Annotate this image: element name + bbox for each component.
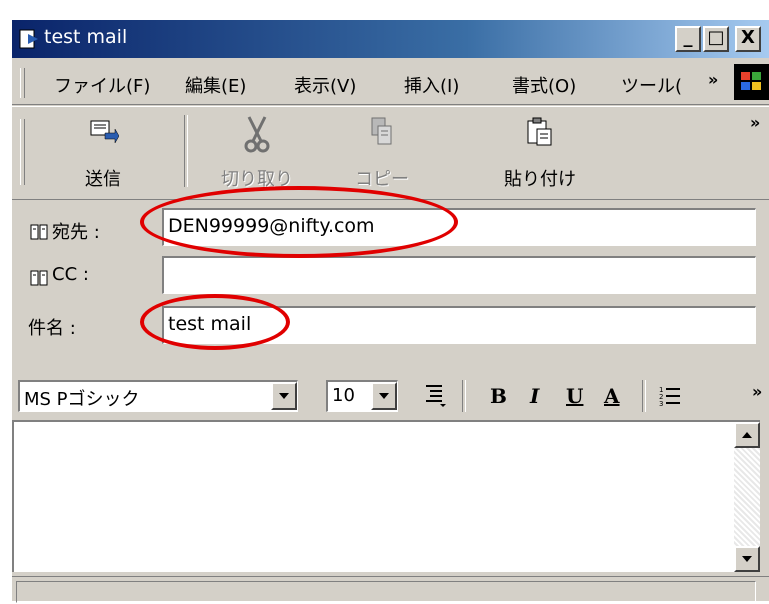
font-color-button[interactable]: A xyxy=(604,384,620,408)
message-body[interactable] xyxy=(12,420,760,572)
copy-button[interactable]: コピー xyxy=(337,107,427,197)
chevron-down-icon[interactable] xyxy=(271,382,297,410)
menu-view[interactable]: 表示(V) xyxy=(294,72,356,98)
cut-button[interactable]: 切り取り xyxy=(212,107,302,197)
bold-button[interactable]: B xyxy=(490,384,507,408)
status-panel xyxy=(16,581,756,603)
italic-button[interactable]: I xyxy=(530,384,539,408)
menu-format[interactable]: 書式(O) xyxy=(512,72,576,98)
paste-icon xyxy=(527,117,552,146)
toolbar: 送信 切り取り コピー 貼り付け » xyxy=(12,106,769,200)
toolbar-separator xyxy=(184,115,188,187)
svg-text:3: 3 xyxy=(659,400,663,408)
arrow-down-icon xyxy=(742,556,752,562)
send-label: 送信 xyxy=(85,169,121,190)
scroll-down-button[interactable] xyxy=(734,546,760,572)
menu-file[interactable]: ファイル(F) xyxy=(54,72,150,98)
send-button[interactable]: 送信 xyxy=(58,107,148,197)
toolbar-grip[interactable] xyxy=(20,119,25,185)
minimize-button[interactable]: _ xyxy=(675,26,701,52)
title-bar[interactable]: test mail _ □ X xyxy=(12,20,769,58)
menu-bar: ファイル(F) 編集(E) 表示(V) 挿入(I) 書式(O) ツール( » xyxy=(12,60,769,105)
arrow-up-icon xyxy=(742,432,752,438)
menu-overflow-chevron[interactable]: » xyxy=(708,70,718,89)
subject-label: 件名 : xyxy=(28,318,76,339)
menu-edit[interactable]: 編集(E) xyxy=(185,72,246,98)
format-separator xyxy=(462,380,466,412)
send-icon xyxy=(90,120,119,144)
format-separator xyxy=(642,380,646,412)
menu-tools[interactable]: ツール( xyxy=(621,72,682,98)
window-title: test mail xyxy=(44,26,128,48)
paste-button[interactable]: 貼り付け xyxy=(495,107,585,197)
status-bar xyxy=(12,576,769,604)
mail-window: test mail _ □ X ファイル(F) 編集(E) 表示(V) 挿入(I… xyxy=(10,18,769,604)
underline-button[interactable]: U xyxy=(566,384,583,408)
font-size-value: 10 xyxy=(332,385,355,406)
document-icon xyxy=(19,29,38,49)
cut-icon xyxy=(244,116,270,153)
align-icon[interactable] xyxy=(422,382,448,408)
format-bar: MS Pゴシック 10 B I U A 1 2 3 » xyxy=(12,372,769,418)
winlogo-icon xyxy=(734,64,769,100)
format-overflow-chevron[interactable]: » xyxy=(752,382,762,401)
list-icon[interactable]: 1 2 3 xyxy=(658,384,682,408)
address-book-icon[interactable] xyxy=(30,224,48,240)
chevron-down-icon[interactable] xyxy=(371,382,397,410)
font-name-value: MS Pゴシック xyxy=(24,389,140,410)
to-label: 宛先 : xyxy=(52,222,100,243)
address-book-icon[interactable] xyxy=(30,270,48,286)
menu-insert[interactable]: 挿入(I) xyxy=(404,72,459,98)
font-name-select[interactable]: MS Pゴシック xyxy=(18,380,298,412)
close-button[interactable]: X xyxy=(735,26,761,52)
cc-field[interactable] xyxy=(162,256,756,294)
copy-icon xyxy=(371,117,392,145)
font-size-select[interactable]: 10 xyxy=(326,380,398,412)
toolbar-overflow-chevron[interactable]: » xyxy=(750,113,760,132)
cc-label: CC : xyxy=(52,264,89,285)
vertical-scrollbar[interactable] xyxy=(734,422,760,572)
annotation-ellipse-to xyxy=(140,186,458,258)
paste-label: 貼り付け xyxy=(504,169,576,190)
menu-grip[interactable] xyxy=(20,68,25,98)
scroll-up-button[interactable] xyxy=(734,422,760,448)
maximize-button[interactable]: □ xyxy=(703,26,729,52)
annotation-ellipse-subject xyxy=(140,294,290,350)
